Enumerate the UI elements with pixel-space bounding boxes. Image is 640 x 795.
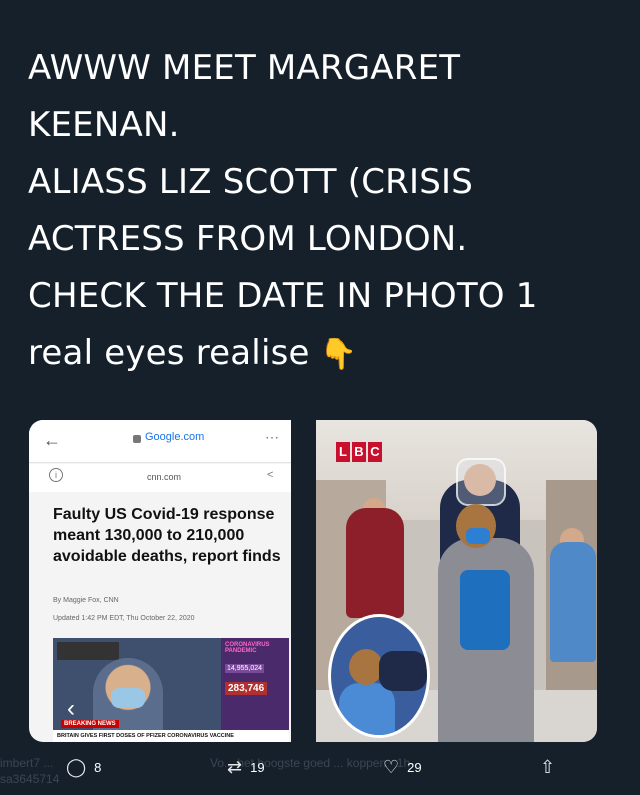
article-url: cnn.com (147, 472, 182, 482)
reply-bubble-icon: ◯ (66, 757, 87, 777)
tweet-card: AWWW MEET MARGARET KEENAN. ALIASS LIZ SC… (0, 0, 626, 750)
media-divider (291, 420, 316, 742)
share-upload-icon: ⇧ (540, 757, 556, 777)
more-dots-icon: ⋯ (265, 429, 279, 445)
previous-chevron-icon[interactable]: ‹ (67, 695, 75, 723)
inset-vaccination-photo (328, 614, 430, 738)
video-location-label (57, 642, 119, 660)
tweet-line: ACTRESS FROM LONDON. (28, 219, 468, 259)
lbc-letter: B (352, 442, 366, 462)
background-username: imbert7 ... (0, 756, 54, 770)
reply-button[interactable]: ◯ 8 (66, 758, 101, 776)
browser-url-bar: ← Google.com ⋯ (29, 420, 291, 463)
tally-count-deaths: 283,746 (225, 682, 268, 695)
retweet-count: 19 (250, 759, 265, 775)
photo-1-cnn-screenshot[interactable]: ← Google.com ⋯ i cnn.com < Faulty US Cov… (29, 420, 291, 742)
inset-patient-body (339, 683, 395, 735)
tally-count-cases: 14,955,024 (225, 664, 265, 673)
heart-icon: ♡ (383, 757, 400, 777)
tweet-line: CHECK THE DATE IN PHOTO 1 (28, 276, 538, 316)
reply-count: 8 (94, 759, 102, 775)
lock-icon (133, 435, 141, 443)
browser-domain: Google.com (145, 431, 205, 443)
tweet-line: KEENAN. (28, 105, 180, 145)
tweet-line-last: real eyes realise 👇 (28, 325, 608, 383)
video-person-mask (111, 688, 145, 708)
inset-nurse-arm (379, 651, 427, 691)
patient-shirt (460, 570, 510, 650)
tweet-line-text: real eyes realise (28, 333, 310, 373)
background-handle: sa3645714 (0, 772, 60, 786)
tweet-line: ALIASS LIZ SCOTT (CRISIS (28, 162, 474, 202)
photo-2-hospital[interactable]: L B C (316, 420, 597, 742)
lbc-letter: L (336, 442, 350, 462)
inset-patient-face (349, 649, 383, 685)
article-byline: By Maggie Fox, CNN (53, 597, 119, 604)
retweet-icon: ⇄ (227, 757, 243, 777)
like-button[interactable]: ♡ 29 (383, 758, 422, 776)
share-icon: < (267, 469, 274, 481)
article-headline: Faulty US Covid-19 response meant 130,00… (53, 506, 281, 565)
lbc-logo: L B C (336, 442, 382, 462)
info-icon: i (49, 468, 63, 482)
like-count: 29 (407, 759, 422, 775)
pointing-down-emoji: 👇 (319, 337, 358, 372)
tweet-text: AWWW MEET MARGARET KEENAN. ALIASS LIZ SC… (28, 40, 608, 383)
news-chyron: BRITAIN GIVES FIRST DOSES OF PFIZER CORO… (53, 730, 289, 742)
back-arrow-icon: ← (43, 430, 61, 450)
article-updated: Updated 1:42 PM EDT, Thu October 22, 202… (53, 615, 195, 622)
media-grid[interactable]: ← Google.com ⋯ i cnn.com < Faulty US Cov… (29, 420, 597, 742)
nurse-clapping (346, 508, 404, 618)
nurse-blue (550, 542, 596, 662)
face-visor (456, 458, 506, 506)
share-button[interactable]: ⇧ (540, 758, 555, 776)
retweet-button[interactable]: ⇄ 19 (227, 758, 265, 776)
tweet-line: AWWW MEET MARGARET (28, 48, 461, 88)
lbc-letter: C (368, 442, 382, 462)
article-video-still: CORONAVIRUS PANDEMIC 14,955,024 283,746 … (53, 638, 289, 742)
tally-header: CORONAVIRUS PANDEMIC (225, 642, 270, 654)
patient-mask (466, 528, 490, 544)
